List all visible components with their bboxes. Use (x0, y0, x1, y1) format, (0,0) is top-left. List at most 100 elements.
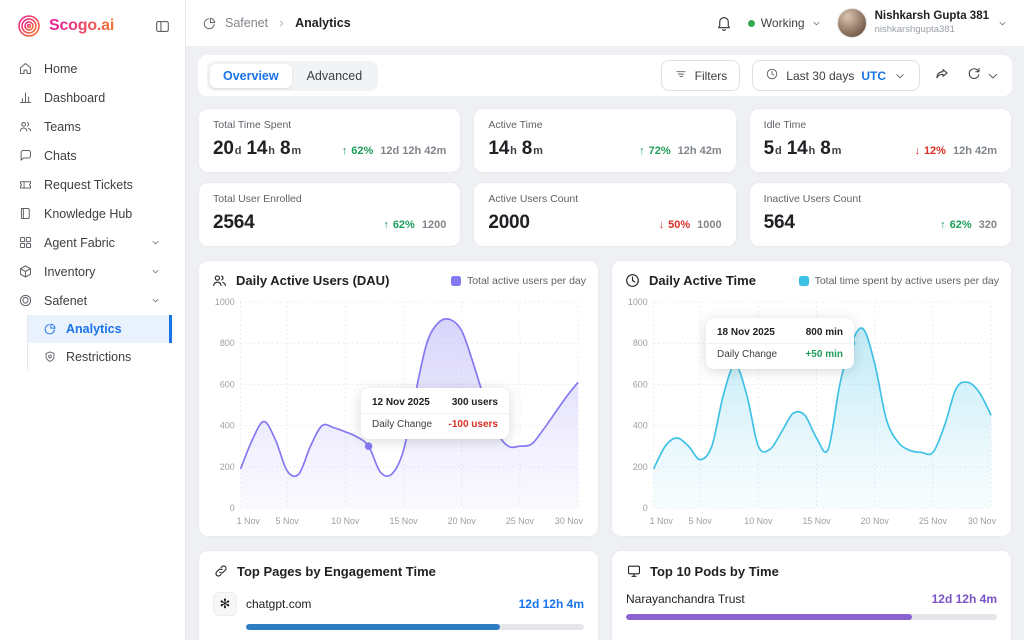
chevron-right-icon (276, 18, 287, 29)
tooltip-value: 300 users (452, 397, 498, 408)
svg-text:10 Nov: 10 Nov (331, 516, 360, 526)
svg-text:25 Nov: 25 Nov (506, 516, 535, 526)
stat-card-total-time-spent: Total Time Spent20d14h8m↑62%12d 12h 42m (198, 108, 461, 173)
svg-text:400: 400 (220, 421, 235, 431)
svg-text:10 Nov: 10 Nov (744, 516, 773, 526)
home-icon (18, 61, 33, 76)
sidebar-item-label: Request Tickets (44, 178, 133, 192)
stat-card-inactive-users-count: Inactive Users Count564↑62%320 (749, 182, 1012, 247)
chart-plot[interactable]: 020040060080010001 Nov5 Nov10 Nov15 Nov2… (211, 292, 586, 532)
progress-track (626, 614, 997, 620)
delta-reference: 12h 42m (678, 145, 722, 157)
svg-text:30 Nov: 30 Nov (555, 516, 584, 526)
stat-delta: ↓12%12h 42m (914, 145, 997, 157)
dashboard-icon (18, 90, 33, 105)
sidebar-item-label: Restrictions (66, 350, 131, 364)
bottom-row: Top Pages by Engagement Time ✻chatgpt.com… (198, 550, 1012, 640)
tab-advanced[interactable]: Advanced (294, 64, 376, 88)
chart-legend: Total active users per day (451, 275, 586, 287)
chart-header: Daily Active Users (DAU)Total active use… (211, 272, 586, 289)
grid-icon (18, 235, 33, 250)
content: Total Time Spent20d14h8m↑62%12d 12h 42mA… (186, 96, 1024, 640)
hover-data-point (365, 442, 373, 450)
chart-legend: Total time spent by active users per day (799, 275, 999, 287)
sidebar-item-label: Teams (44, 120, 81, 134)
chevron-down-icon (985, 68, 1001, 84)
filter-icon (674, 67, 688, 84)
book-icon (18, 206, 33, 221)
sidebar-item-request-tickets[interactable]: Request Tickets (0, 170, 185, 199)
sidebar: Scogo.ai Home Dashboard Teams Chats Request … (0, 0, 186, 640)
refresh-icon (966, 66, 982, 85)
delta-percent: 72% (649, 145, 671, 157)
svg-text:20 Nov: 20 Nov (861, 516, 890, 526)
sidebar-item-teams[interactable]: Teams (0, 112, 185, 141)
svg-text:0: 0 (230, 503, 235, 513)
sidebar-item-safenet[interactable]: Safenet (0, 286, 185, 315)
user-menu[interactable]: Nishkarsh Gupta 381 nishkarshgupta381 (837, 8, 1008, 38)
shield-check-icon (43, 350, 57, 364)
sidebar-item-agent-fabric[interactable]: Agent Fabric (0, 228, 185, 257)
delta-percent: 62% (393, 219, 415, 231)
filters-button[interactable]: Filters (661, 60, 741, 91)
sidebar-item-label: Dashboard (44, 91, 105, 105)
delta-percent: 50% (668, 219, 690, 231)
sidebar-item-home[interactable]: Home (0, 54, 185, 83)
date-range-button[interactable]: Last 30 days UTC (752, 60, 920, 91)
chart-header: Daily Active Time Total time spent by act… (624, 272, 999, 289)
sidebar-item-label: Agent Fabric (44, 236, 115, 250)
sidebar-item-analytics[interactable]: Analytics (28, 315, 172, 343)
delta-reference: 12d 12h 42m (380, 145, 446, 157)
chevron-down-icon (150, 295, 161, 306)
logo-row: Scogo.ai (0, 0, 185, 50)
stat-title: Active Time (488, 119, 721, 131)
sidebar-collapse-icon[interactable] (154, 18, 171, 35)
sidebar-item-label: Inventory (44, 265, 95, 279)
main-area: Safenet Analytics Working Nishkarsh Gupt… (186, 0, 1024, 640)
list-item[interactable]: ✻chatgpt.com12d 12h 4m (213, 592, 584, 616)
sidebar-item-inventory[interactable]: Inventory (0, 257, 185, 286)
stat-value: 2564 (213, 212, 254, 234)
stat-value: 2000 (488, 212, 529, 234)
card-title: Top Pages by Engagement Time (237, 564, 436, 579)
user-name: Nishkarsh Gupta 381 (875, 10, 989, 24)
delta-percent: 62% (950, 219, 972, 231)
charts-row: Daily Active Users (DAU)Total active use… (198, 260, 1012, 537)
legend-chip (799, 276, 809, 286)
stat-card-active-users-count: Active Users Count2000↓50%1000 (473, 182, 736, 247)
topbar-right: Working Nishkarsh Gupta 381 nishkarshgup… (715, 8, 1008, 38)
status-selector[interactable]: Working (748, 16, 822, 30)
chart-plot[interactable]: 020040060080010001 Nov5 Nov10 Nov15 Nov2… (624, 292, 999, 532)
progress-fill (246, 624, 500, 630)
svg-text:800: 800 (633, 338, 648, 348)
tooltip-date: 12 Nov 2025 (372, 397, 430, 408)
notification-bell-icon[interactable] (715, 14, 733, 32)
delta-up-arrow-icon: ↑ (342, 145, 348, 157)
sidebar-item-knowledge-hub[interactable]: Knowledge Hub (0, 199, 185, 228)
breadcrumb-current[interactable]: Analytics (295, 16, 351, 30)
svg-text:1000: 1000 (628, 297, 648, 307)
chart-title: Daily Active Time (649, 273, 756, 288)
scogo-logo-icon (16, 13, 42, 39)
share-button[interactable] (932, 64, 952, 87)
stat-delta: ↑62%12d 12h 42m (342, 145, 447, 157)
delta-up-arrow-icon: ↑ (940, 219, 946, 231)
legend-chip (451, 276, 461, 286)
progress-fill (626, 614, 912, 620)
tab-overview[interactable]: Overview (210, 64, 292, 88)
stat-title: Idle Time (764, 119, 997, 131)
sidebar-item-dashboard[interactable]: Dashboard (0, 83, 185, 112)
refresh-button[interactable] (964, 64, 1003, 87)
topbar: Safenet Analytics Working Nishkarsh Gupt… (186, 0, 1024, 47)
sidebar-item-chats[interactable]: Chats (0, 141, 185, 170)
sidebar-item-restrictions[interactable]: Restrictions (28, 343, 172, 371)
avatar (837, 8, 867, 38)
delta-up-arrow-icon: ↑ (639, 145, 645, 157)
delta-reference: 320 (979, 219, 997, 231)
list-item[interactable]: Narayanchandra Trust12d 12h 4m (626, 592, 997, 606)
item-time: 12d 12h 4m (932, 592, 997, 606)
stat-delta: ↑62%1200 (383, 219, 446, 231)
breadcrumb-parent[interactable]: Safenet (225, 16, 268, 30)
stat-delta: ↑ 62% 320 (940, 219, 997, 231)
legend-label: Total active users per day (467, 275, 586, 287)
